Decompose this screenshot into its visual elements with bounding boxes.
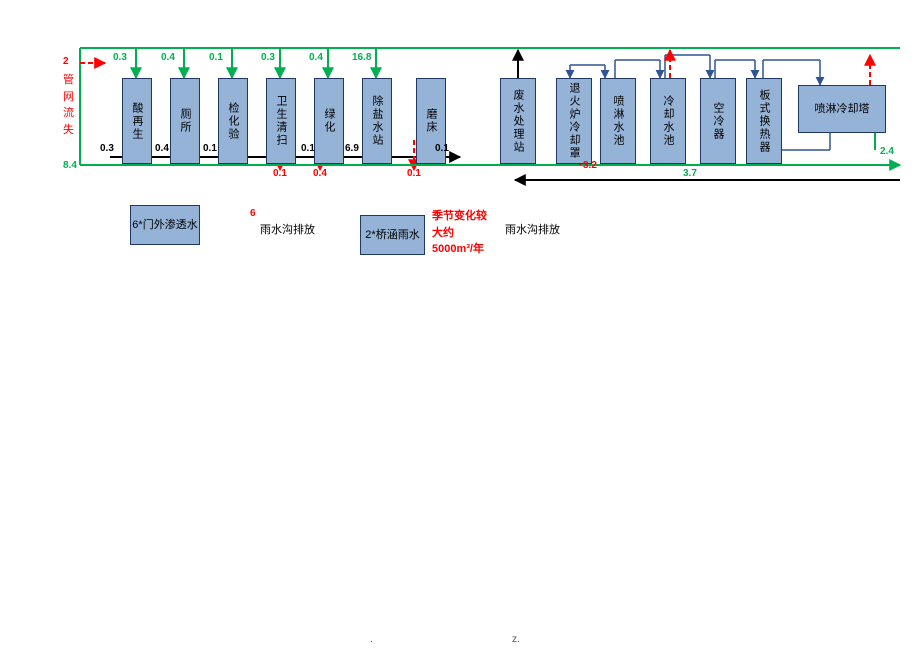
val: 0.1	[407, 168, 421, 179]
label: 除盐水站	[369, 95, 385, 147]
val-right-total: 2.4	[880, 146, 894, 157]
box-cool-pool: 冷却水池	[650, 78, 686, 164]
label: 厕所	[177, 108, 193, 134]
label: 检化验	[225, 102, 241, 141]
val: 0.1	[301, 143, 315, 154]
label: 冷却水池	[660, 95, 676, 147]
box-greening: 绿化	[314, 78, 344, 164]
val: 0.3	[261, 52, 275, 63]
box-acid-regen: 酸再生	[122, 78, 152, 164]
val: 16.8	[352, 52, 371, 63]
val: 6.9	[345, 143, 359, 154]
val: 0.1	[203, 143, 217, 154]
label: 板式换热器	[756, 89, 772, 154]
val: 0.3	[100, 143, 114, 154]
val-6: 6	[250, 208, 256, 219]
note-rain-2: 雨水沟排放	[505, 222, 565, 239]
box-desalt: 除盐水站	[362, 78, 392, 164]
box-spray-tower: 喷淋冷却塔	[798, 85, 886, 133]
label-pipe-loss: 管网流失	[63, 72, 77, 138]
val-3-7: 3.7	[683, 168, 697, 179]
val: 0.1	[435, 143, 449, 154]
val: 0.1	[209, 52, 223, 63]
label: 卫生清扫	[273, 95, 289, 147]
val: 0.4	[155, 143, 169, 154]
label: 6*门外渗透水	[132, 218, 197, 232]
label: 酸再生	[129, 102, 145, 141]
box-permeate: 6*门外渗透水	[130, 205, 200, 245]
footer-dot: .	[370, 634, 373, 645]
box-wastewater: 废水处理站	[500, 78, 536, 164]
note-rain-1: 雨水沟排放	[260, 222, 320, 239]
label: 喷淋冷却塔	[815, 102, 870, 116]
val: 0.4	[313, 168, 327, 179]
val: 0.4	[161, 52, 175, 63]
label: 退火炉冷却罩	[566, 82, 582, 160]
label: 空冷器	[710, 102, 726, 141]
box-lab: 检化验	[218, 78, 248, 164]
footer-z: z.	[512, 634, 520, 645]
label: 废水处理站	[510, 89, 526, 154]
val-pipe-loss: 2	[63, 56, 69, 67]
label: 磨床	[423, 108, 439, 134]
val: 0.4	[309, 52, 323, 63]
box-plate-hx: 板式换热器	[746, 78, 782, 164]
val: 0.1	[273, 168, 287, 179]
val-left-total: 8.4	[63, 160, 77, 171]
val-3-2: 3.2	[583, 160, 597, 171]
note-seasonal: 季节变化较大约5000m³/年	[432, 208, 490, 258]
box-cleaning: 卫生清扫	[266, 78, 296, 164]
val: 0.3	[113, 52, 127, 63]
box-anneal-cool: 退火炉冷却罩	[556, 78, 592, 164]
box-culvert: 2*桥涵雨水	[360, 215, 425, 255]
box-spray-pool: 喷淋水池	[600, 78, 636, 164]
label: 2*桥涵雨水	[365, 228, 419, 242]
label: 绿化	[321, 108, 337, 134]
box-air-cooler: 空冷器	[700, 78, 736, 164]
box-toilet: 厕所	[170, 78, 200, 164]
label: 喷淋水池	[610, 95, 626, 147]
